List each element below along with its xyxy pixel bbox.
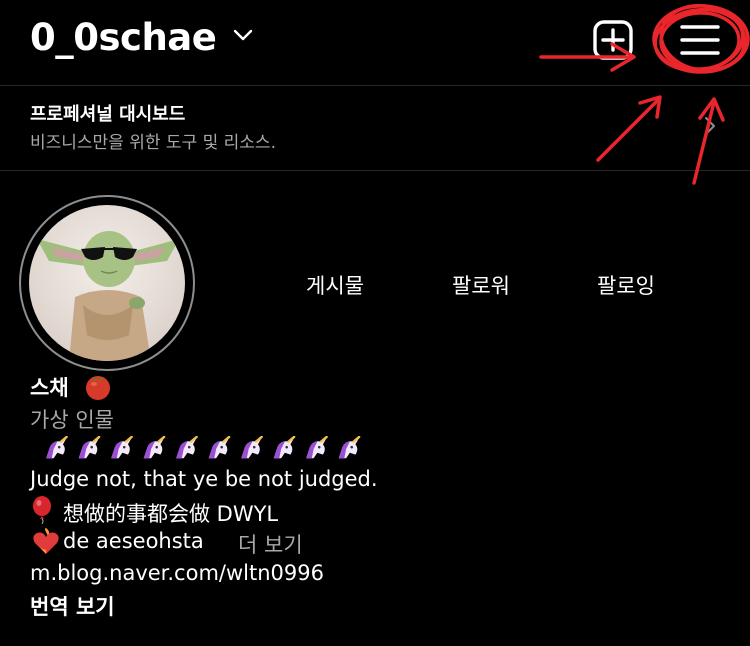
- tomato-emoji-icon: [86, 376, 110, 400]
- display-name: 스채: [30, 376, 69, 400]
- username-title[interactable]: 0_0schae: [30, 16, 217, 59]
- profile-category: 가상 인물: [30, 408, 114, 432]
- heart-on-fire-emoji-icon: [33, 528, 59, 554]
- bio-text-line: 想做的事都会做 DWYL: [63, 502, 279, 526]
- stat-following-label[interactable]: 팔로잉: [597, 270, 655, 300]
- dashboard-title: 프로페셔널 대시보드: [30, 104, 186, 125]
- stat-posts-label[interactable]: 게시물: [306, 270, 364, 300]
- avatar-image: [29, 205, 185, 361]
- translate-button[interactable]: 번역 보기: [30, 591, 115, 621]
- hamburger-menu-icon[interactable]: [676, 18, 724, 62]
- balloon-emoji-icon: [33, 496, 51, 524]
- dashboard-subtitle: 비즈니스만을 위한 도구 및 리소스.: [30, 133, 276, 153]
- avatar[interactable]: [29, 205, 185, 361]
- bio-link[interactable]: m.blog.naver.com/wltn0996: [30, 561, 324, 585]
- more-button[interactable]: 더 보기: [238, 529, 303, 559]
- dashboard-divider: [0, 170, 750, 171]
- chevron-right-icon: [705, 117, 715, 135]
- new-post-button[interactable]: [591, 18, 635, 62]
- unicorn-emoji-row-icon: [46, 436, 361, 460]
- stat-followers-label[interactable]: 팔로워: [452, 270, 510, 300]
- bio-text-line: de aeseohsta: [63, 529, 204, 553]
- chevron-down-icon[interactable]: [232, 26, 254, 44]
- bio-text-line: Judge not, that ye be not judged.: [30, 467, 378, 491]
